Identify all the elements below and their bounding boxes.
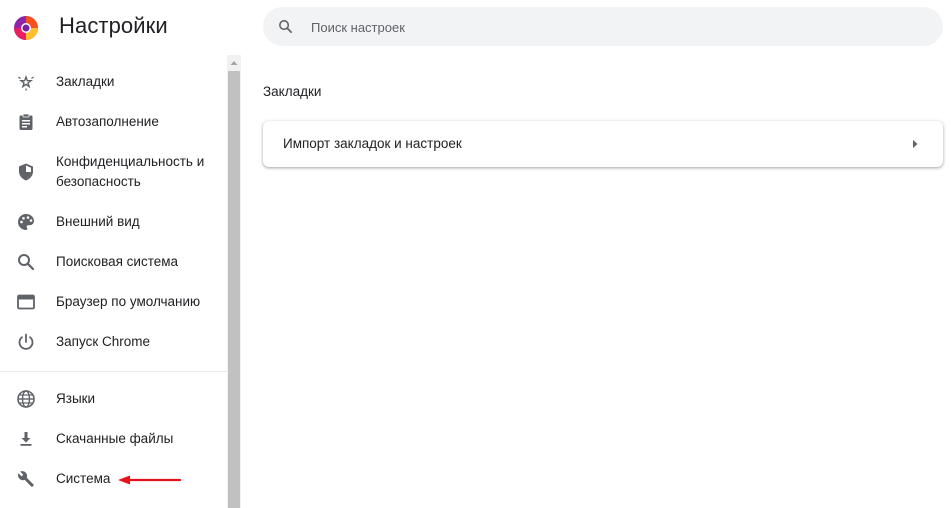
search-icon [279,20,293,34]
page-title: Настройки [59,13,168,38]
scroll-up-arrow-icon[interactable] [227,55,241,71]
import-bookmarks-row[interactable]: Импорт закладок и настроек [263,121,943,167]
clipboard-icon [19,113,33,130]
sidebar-item-system[interactable]: Система [0,468,227,490]
sidebar-item-label: Внешний вид [56,214,140,229]
globe-icon [17,390,35,408]
sidebar-item-label: Поисковая система [56,254,179,269]
import-bookmarks-label: Импорт закладок и настроек [283,136,462,151]
shield-icon [19,163,33,181]
sidebar-item-label-line2: безопасность [56,174,141,189]
sidebar-item-label: Запуск Chrome [56,334,150,349]
sidebar-item-on-startup[interactable]: Запуск Chrome [0,331,227,353]
sidebar-item-label: Конфиденциальность и [56,154,205,169]
sidebar-item-bookmarks[interactable]: Закладки [0,71,227,93]
sidebar-item-search-engine[interactable]: Поисковая система [0,251,227,273]
sidebar-item-label: Скачанные файлы [56,431,174,446]
sidebar-item-privacy[interactable]: Конфиденциальность и безопасность [0,151,227,193]
sidebar-item-appearance[interactable]: Внешний вид [0,211,227,233]
sidebar-item-label: Автозаполнение [56,114,159,129]
bookmark-star-icon [18,74,34,91]
browser-window-icon [17,294,35,310]
download-icon [20,432,32,446]
arrow-right-icon [913,140,918,148]
search-input[interactable] [309,7,913,48]
sidebar-item-label: Языки [56,391,96,406]
search-icon [18,254,35,271]
section-title: Закладки [263,84,322,99]
scrollbar-thumb[interactable] [228,71,240,508]
sidebar-scrollbar[interactable] [227,55,241,508]
palette-icon [18,214,34,230]
browser-logo-icon [14,16,38,40]
sidebar-item-label: Система [56,471,111,486]
sidebar-item-default-browser[interactable]: Браузер по умолчанию [0,291,227,313]
sidebar-item-label: Браузер по умолчанию [56,294,201,309]
sidebar-item-languages[interactable]: Языки [0,388,227,410]
sidebar-item-label: Закладки [56,74,115,89]
power-icon [18,333,34,350]
sidebar: Закладки Автозаполнение Конфиденциальнос… [0,55,227,508]
annotation-arrow-icon [118,475,182,485]
sidebar-divider [0,371,227,372]
sidebar-item-autofill[interactable]: Автозаполнение [0,111,227,133]
search-bar[interactable] [263,7,943,48]
header: Настройки [0,0,951,55]
wrench-icon [18,471,34,487]
sidebar-item-downloads[interactable]: Скачанные файлы [0,428,227,450]
